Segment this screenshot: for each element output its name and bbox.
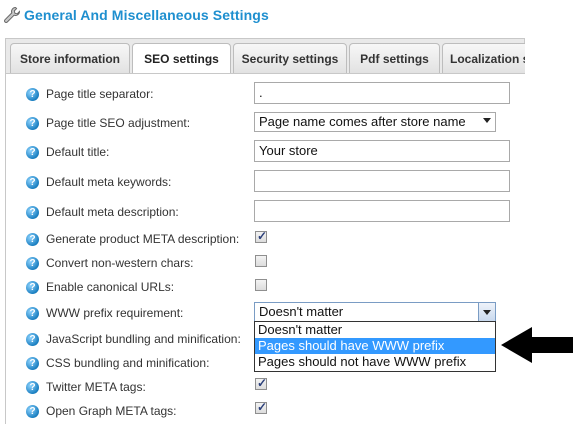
row-generate-product-meta-description: ? Generate product META description: (26, 229, 239, 249)
field-label: Default meta keywords: (46, 175, 172, 189)
row-css-bundling: ? CSS bundling and minification: (26, 353, 209, 373)
page-header: General And Miscellaneous Settings (2, 2, 269, 28)
field-label: Generate product META description: (46, 232, 240, 246)
field-label: Convert non-western chars: (46, 256, 194, 270)
dropdown-option[interactable]: Pages should not have WWW prefix (255, 354, 495, 370)
help-icon[interactable]: ? (26, 256, 39, 270)
row-www-prefix-requirement: ? WWW prefix requirement: (26, 303, 183, 323)
default-meta-description-input[interactable] (254, 200, 510, 222)
help-icon[interactable]: ? (26, 306, 39, 320)
default-title-input[interactable]: Your store (254, 140, 510, 162)
pointer-arrow-icon (501, 327, 573, 363)
tab-store-information[interactable]: Store information (10, 43, 130, 73)
tab-security-settings[interactable]: Security settings (233, 43, 347, 73)
help-icon[interactable]: ? (26, 145, 39, 159)
field-label: Enable canonical URLs: (46, 280, 175, 294)
help-icon[interactable]: ? (26, 380, 39, 394)
convert-non-western-chars-checkbox[interactable] (255, 255, 267, 267)
settings-tabstrip: Store information SEO settings Security … (5, 38, 525, 74)
default-meta-keywords-input[interactable] (254, 170, 510, 192)
help-icon[interactable]: ? (26, 332, 39, 346)
tab-seo-settings[interactable]: SEO settings (132, 43, 231, 74)
tab-pdf-settings[interactable]: Pdf settings (349, 43, 440, 73)
row-default-meta-keywords: ? Default meta keywords: (26, 172, 171, 192)
field-label: WWW prefix requirement: (46, 306, 184, 320)
field-label: JavaScript bundling and minification: (46, 332, 241, 346)
page-title-seo-adjustment-select[interactable]: Page name comes after store name (254, 112, 496, 132)
row-enable-canonical-urls: ? Enable canonical URLs: (26, 277, 174, 297)
dropdown-option[interactable]: Doesn't matter (255, 322, 495, 338)
www-prefix-dropdown-list: Doesn't matter Pages should have WWW pre… (254, 321, 496, 372)
field-label: CSS bundling and minification: (46, 356, 210, 370)
twitter-meta-tags-checkbox[interactable]: ✓ (255, 376, 268, 390)
select-value: Doesn't matter (259, 304, 344, 319)
field-label: Default meta description: (46, 205, 179, 219)
field-label: Page title SEO adjustment: (46, 116, 191, 130)
help-icon[interactable]: ? (26, 280, 39, 294)
help-icon[interactable]: ? (26, 116, 39, 130)
field-label: Open Graph META tags: (46, 404, 177, 418)
tab-localization-settings[interactable]: Localization settings (442, 43, 525, 73)
page-title-separator-input[interactable]: . (254, 82, 510, 104)
help-icon[interactable]: ? (26, 175, 39, 189)
help-icon[interactable]: ? (26, 232, 39, 246)
open-graph-meta-tags-checkbox[interactable]: ✓ (255, 400, 268, 414)
field-label: Page title separator: (46, 87, 154, 101)
wrench-icon (4, 6, 21, 23)
field-label: Twitter META tags: (46, 380, 146, 394)
dropdown-button[interactable] (478, 303, 495, 321)
checkmark-icon: ✓ (257, 229, 268, 243)
row-page-title-separator: ? Page title separator: (26, 84, 153, 104)
row-page-title-seo-adjustment: ? Page title SEO adjustment: (26, 113, 190, 133)
row-convert-non-western-chars: ? Convert non-western chars: (26, 253, 193, 273)
row-twitter-meta-tags: ? Twitter META tags: (26, 377, 146, 397)
chevron-down-icon (483, 118, 491, 123)
row-javascript-bundling: ? JavaScript bundling and minification: (26, 329, 241, 349)
dropdown-option-highlighted[interactable]: Pages should have WWW prefix (255, 338, 495, 354)
select-value: Page name comes after store name (259, 114, 466, 129)
help-icon[interactable]: ? (26, 404, 39, 418)
help-icon[interactable]: ? (26, 356, 39, 370)
row-default-title: ? Default title: (26, 142, 109, 162)
generate-product-meta-description-checkbox[interactable]: ✓ (255, 229, 268, 243)
row-open-graph-meta-tags: ? Open Graph META tags: (26, 401, 177, 421)
checkmark-icon: ✓ (257, 400, 268, 414)
checkmark-icon: ✓ (257, 376, 268, 390)
help-icon[interactable]: ? (26, 87, 39, 101)
enable-canonical-urls-checkbox[interactable] (255, 279, 267, 291)
field-label: Default title: (46, 145, 110, 159)
help-icon[interactable]: ? (26, 205, 39, 219)
www-prefix-requirement-select[interactable]: Doesn't matter (254, 302, 496, 322)
row-default-meta-description: ? Default meta description: (26, 202, 179, 222)
chevron-down-icon (483, 310, 491, 315)
page-title: General And Miscellaneous Settings (24, 7, 269, 23)
